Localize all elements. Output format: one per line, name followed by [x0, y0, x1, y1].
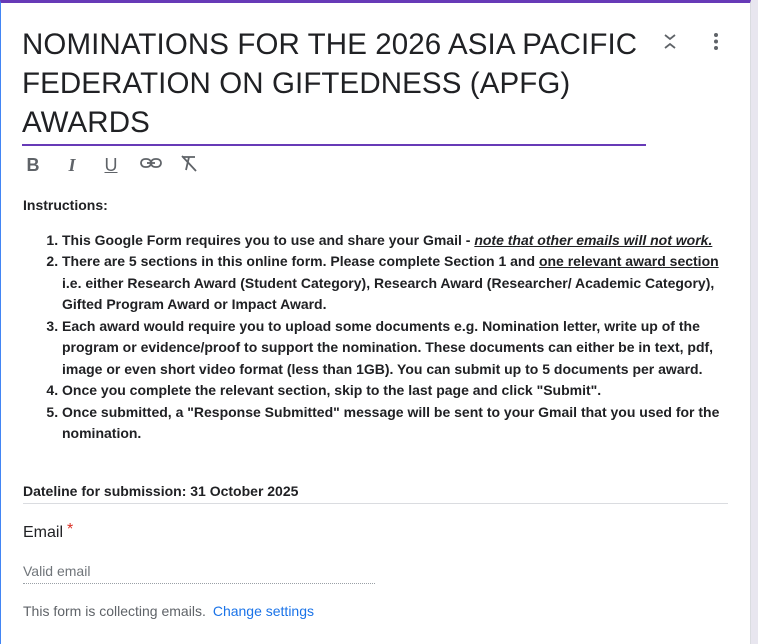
- link-icon: [140, 156, 162, 175]
- form-title-field[interactable]: NOMINATIONS FOR THE 2026 ASIA PACIFIC FE…: [22, 25, 646, 146]
- change-settings-link[interactable]: Change settings: [213, 603, 314, 619]
- list-item: There are 5 sections in this online form…: [62, 251, 728, 316]
- email-label: Email *: [23, 521, 74, 542]
- more-vert-icon[interactable]: [706, 31, 726, 53]
- form-description[interactable]: Instructions: This Google Form requires …: [23, 195, 728, 445]
- collecting-text: This form is collecting emails.: [23, 603, 206, 619]
- clear-formatting-icon: [179, 154, 199, 177]
- list-item: Once submitted, a "Response Submitted" m…: [62, 402, 728, 445]
- text-format-toolbar: B I U: [23, 151, 218, 179]
- required-asterisk: *: [67, 521, 74, 538]
- underline-button[interactable]: U: [101, 151, 140, 179]
- italic-icon: I: [68, 154, 76, 175]
- email-label-text: Email: [23, 524, 64, 541]
- form-title[interactable]: NOMINATIONS FOR THE 2026 ASIA PACIFIC FE…: [22, 25, 646, 142]
- divider: [23, 503, 728, 504]
- list-item: This Google Form requires you to use and…: [62, 230, 728, 252]
- link-button[interactable]: [140, 151, 179, 179]
- underline-icon: U: [104, 154, 118, 175]
- bold-button[interactable]: B: [23, 151, 62, 179]
- submission-deadline: Dateline for submission: 31 October 2025: [23, 483, 299, 499]
- list-item: Each award would require you to upload s…: [62, 316, 728, 381]
- form-header-card: NOMINATIONS FOR THE 2026 ASIA PACIFIC FE…: [0, 0, 751, 644]
- instructions-heading: Instructions:: [23, 197, 108, 213]
- list-item: Once you complete the relevant section, …: [62, 380, 728, 402]
- clear-formatting-button[interactable]: [179, 151, 218, 179]
- email-input[interactable]: [23, 559, 375, 584]
- collapse-icon[interactable]: [660, 31, 680, 53]
- email-collection-notice: This form is collecting emails. Change se…: [23, 603, 314, 619]
- italic-button[interactable]: I: [62, 151, 101, 179]
- bold-icon: B: [26, 154, 40, 175]
- instructions-list: This Google Form requires you to use and…: [23, 230, 728, 445]
